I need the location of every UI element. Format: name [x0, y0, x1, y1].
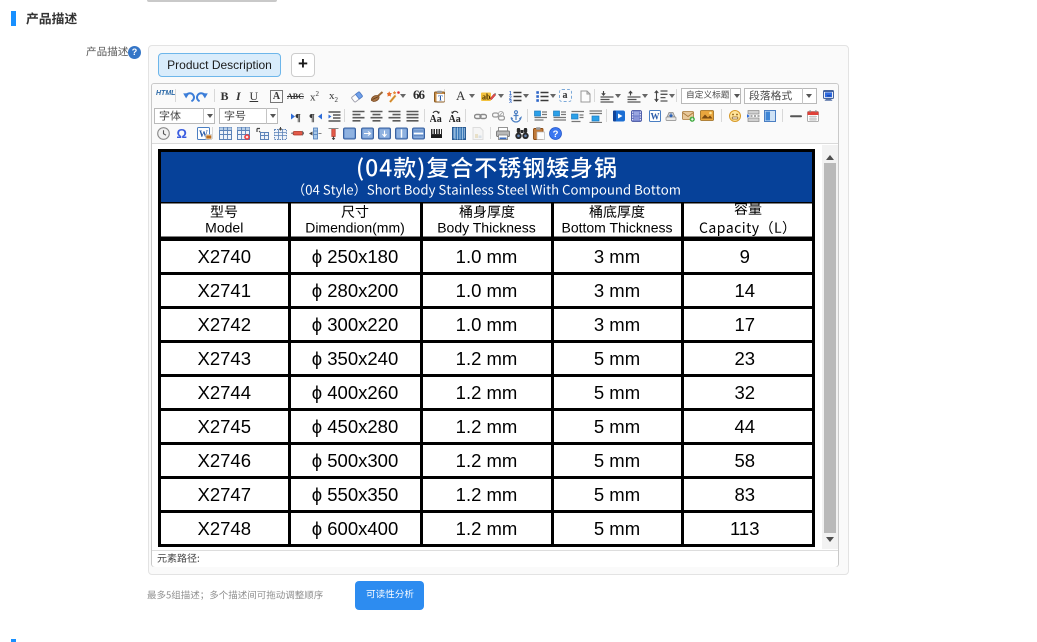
svg-text:3: 3	[509, 100, 512, 104]
svg-text:T: T	[438, 95, 443, 103]
svg-text:ab: ab	[482, 93, 491, 102]
svg-text:Aa: Aa	[430, 114, 442, 123]
svg-text:¶: ¶	[295, 112, 301, 123]
svg-text:W: W	[651, 111, 660, 121]
svg-text:Aa: Aa	[449, 114, 461, 123]
svg-text:¶: ¶	[309, 112, 315, 123]
svg-text:?: ?	[552, 129, 558, 140]
